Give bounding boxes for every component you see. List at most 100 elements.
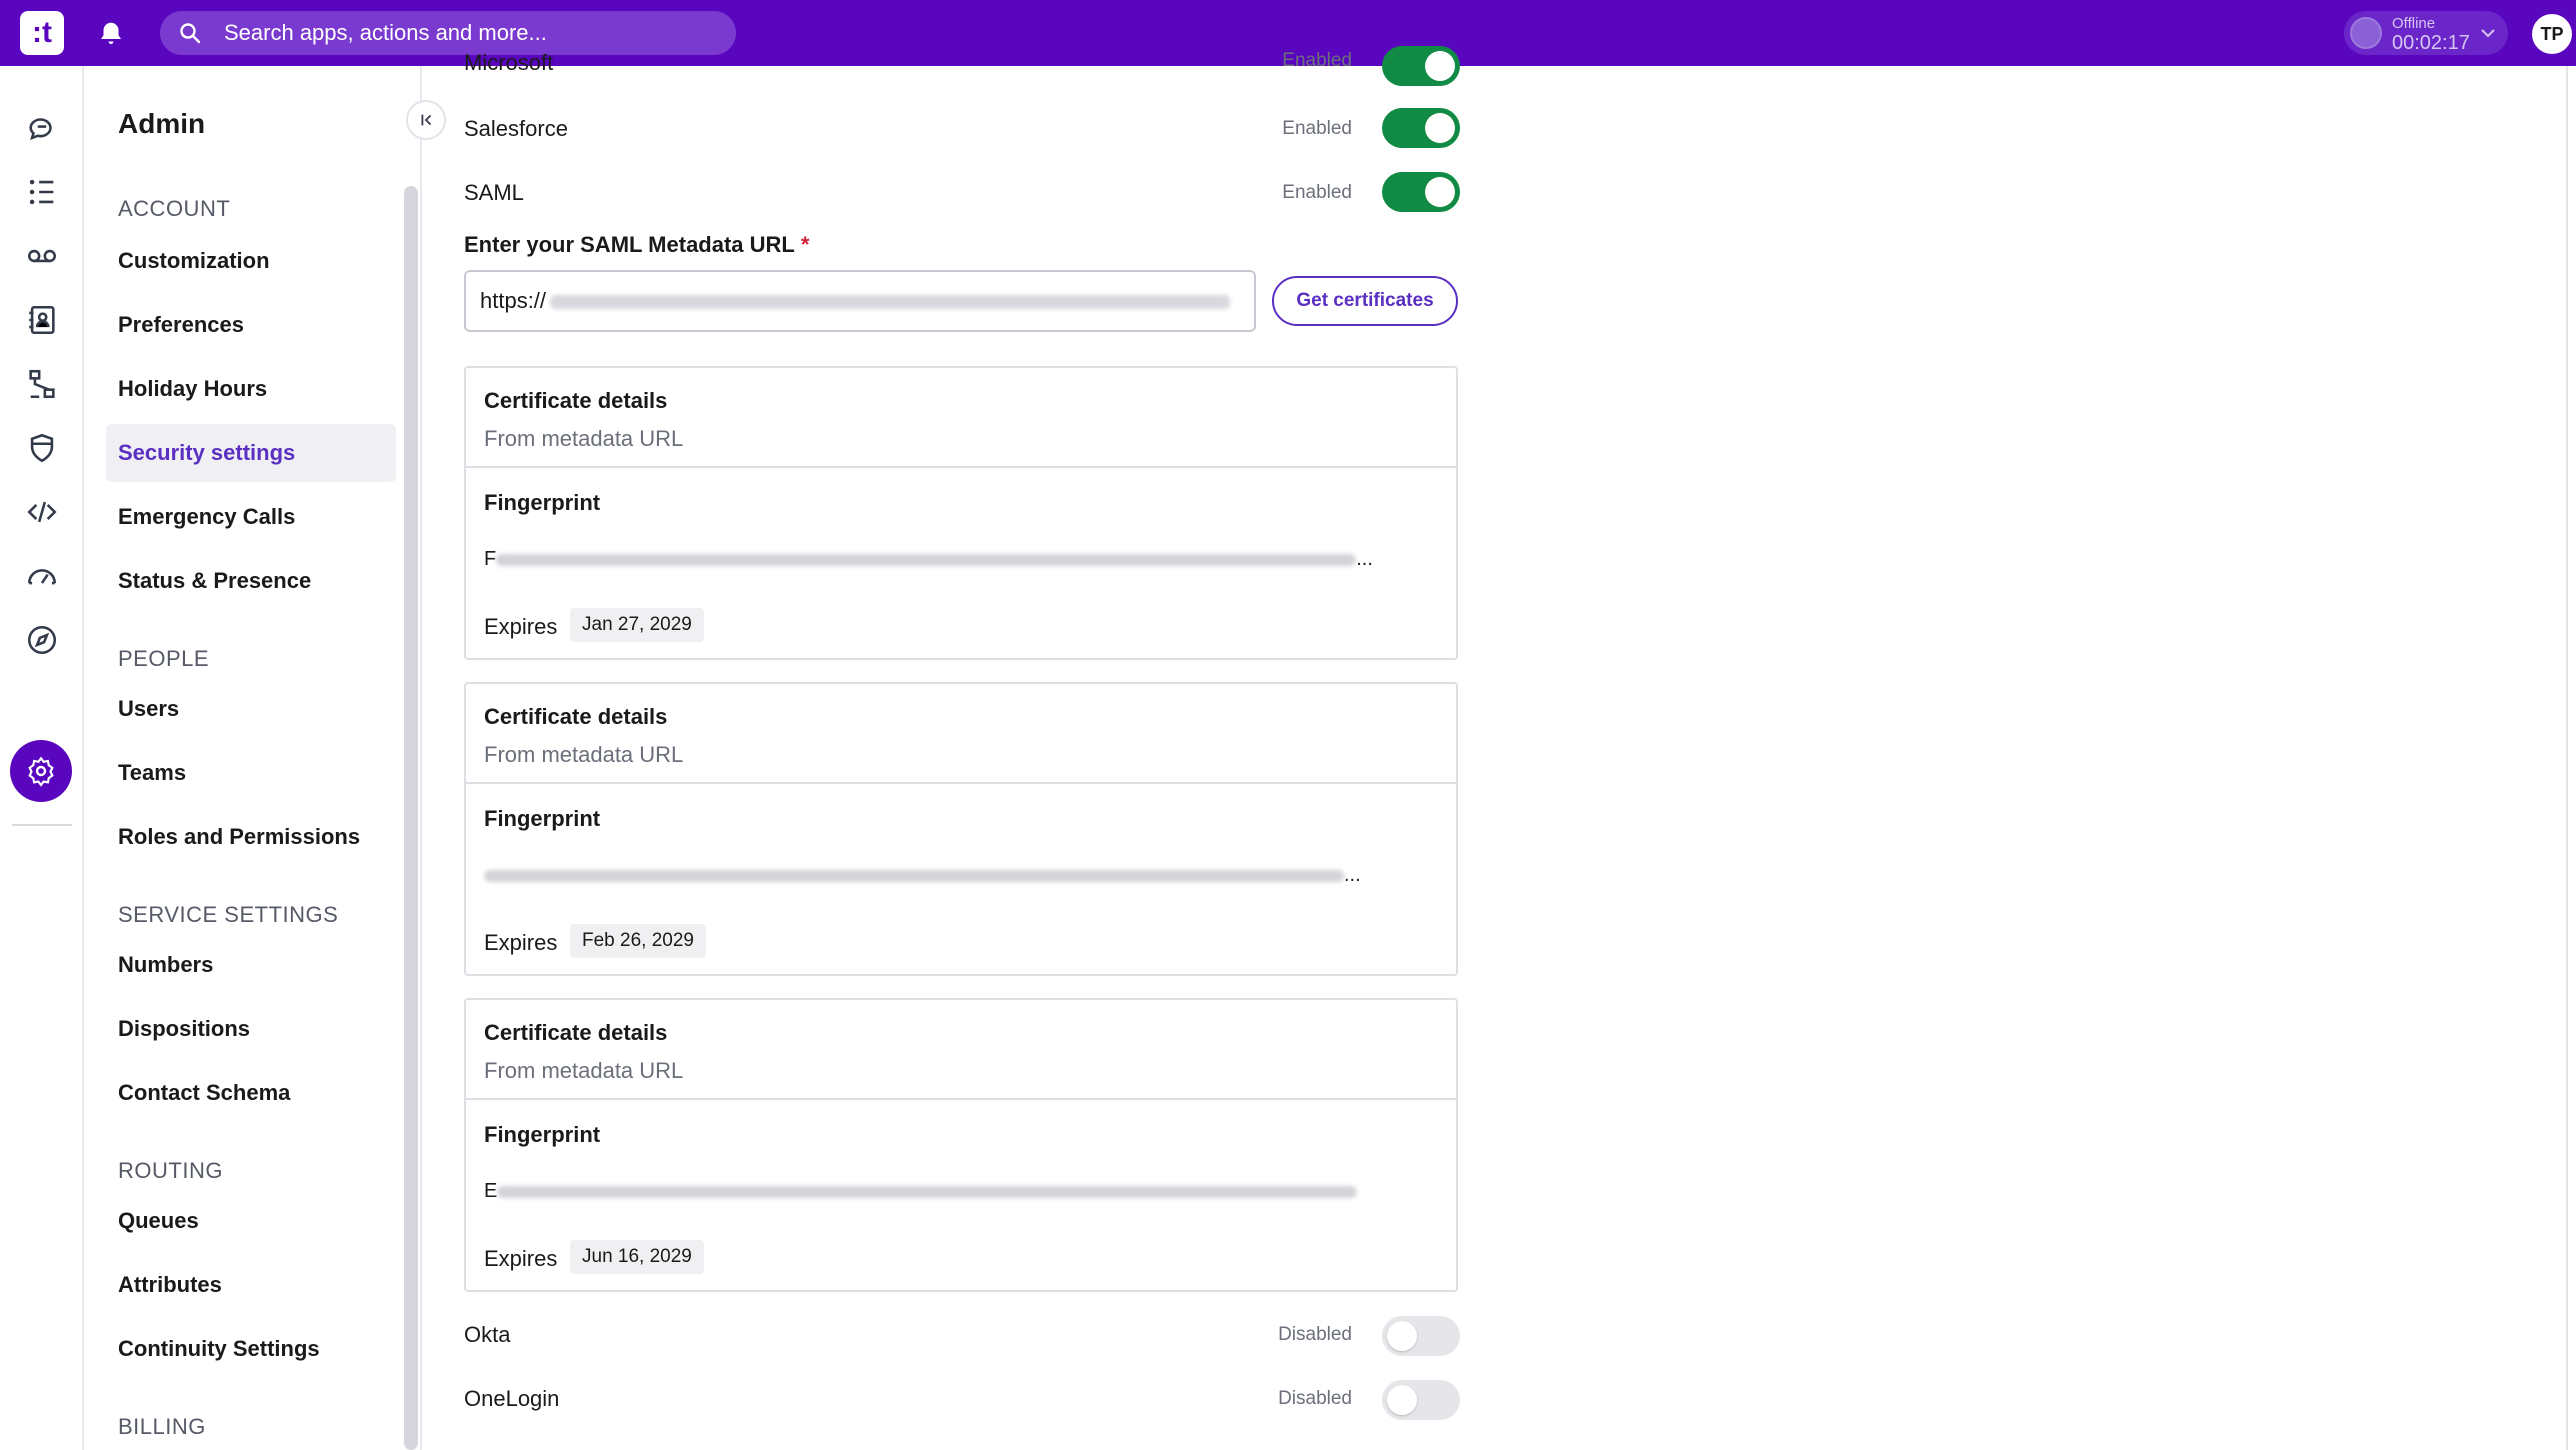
bell-icon[interactable] <box>96 19 126 49</box>
expires-label: Expires <box>484 1246 558 1271</box>
toggle-knob <box>1425 177 1455 207</box>
fingerprint-ellipsis: ... <box>1344 864 1361 886</box>
search-placeholder: Search apps, actions and more... <box>224 20 547 45</box>
provider-label-salesforce: Salesforce <box>464 116 568 141</box>
saml-url-label: Enter your SAML Metadata URL * <box>464 232 809 258</box>
fingerprint-redacted <box>497 1185 1358 1198</box>
expires-date-badge: Jun 16, 2029 <box>570 1240 704 1274</box>
nav-section-people: PEOPLE <box>118 646 210 671</box>
collapse-sidebar-button[interactable] <box>406 100 446 140</box>
saml-url-label-text: Enter your SAML Metadata URL <box>464 232 795 257</box>
toggle-knob <box>1387 1385 1417 1415</box>
url-redacted <box>550 295 1231 310</box>
certificate-header: Certificate details From metadata URL <box>466 1000 1456 1100</box>
get-certificates-button[interactable]: Get certificates <box>1272 276 1458 326</box>
certificate-title: Certificate details <box>484 1020 668 1045</box>
certificate-header: Certificate details From metadata URL <box>466 368 1456 468</box>
dashboard-icon[interactable] <box>22 556 62 596</box>
nav-section-service-settings: SERVICE SETTINGS <box>118 902 339 927</box>
certificate-source: From metadata URL <box>484 426 684 451</box>
certificate-source: From metadata URL <box>484 1058 684 1083</box>
expires-label: Expires <box>484 614 558 639</box>
fingerprint-redacted <box>496 553 1357 566</box>
nav-item-emergency-calls[interactable]: Emergency Calls <box>106 488 396 546</box>
fingerprint-ellipsis: ... <box>1356 548 1373 570</box>
toggle-saml[interactable] <box>1382 172 1460 212</box>
provider-status-onelogin: Disabled <box>1278 1388 1352 1409</box>
nav-item-dispositions[interactable]: Dispositions <box>106 1000 396 1058</box>
chevron-down-icon <box>2478 23 2498 43</box>
provider-status-salesforce: Enabled <box>1282 118 1352 139</box>
nav-item-roles[interactable]: Roles and Permissions <box>106 808 396 866</box>
provider-status-saml: Enabled <box>1282 182 1352 203</box>
fingerprint-value: F... <box>484 548 1373 571</box>
fingerprint-label: Fingerprint <box>484 1122 601 1147</box>
voicemail-icon[interactable] <box>22 236 62 276</box>
fingerprint-label: Fingerprint <box>484 806 601 831</box>
fingerprint-redacted <box>484 869 1344 882</box>
certificate-card: Certificate details From metadata URL Fi… <box>464 998 1458 1292</box>
status-label: Offline <box>2392 15 2436 32</box>
required-mark: * <box>800 232 810 257</box>
nav-item-queues[interactable]: Queues <box>106 1192 396 1250</box>
provider-status-okta: Disabled <box>1278 1324 1352 1345</box>
nav-item-numbers[interactable]: Numbers <box>106 936 396 994</box>
provider-label-onelogin: OneLogin <box>464 1386 560 1411</box>
status-indicator <box>2350 17 2382 49</box>
presence-status-selector[interactable]: Offline 00:02:17 <box>2344 11 2508 55</box>
provider-label-saml: SAML <box>464 180 524 205</box>
nav-title: Admin <box>118 108 206 139</box>
nav-item-security-settings[interactable]: Security settings <box>106 424 396 482</box>
nav-item-preferences[interactable]: Preferences <box>106 296 396 354</box>
nav-item-status-presence[interactable]: Status & Presence <box>106 552 396 610</box>
certificate-title: Certificate details <box>484 704 668 729</box>
toggle-knob <box>1425 113 1455 143</box>
app-rail <box>0 66 84 1450</box>
fingerprint-value: E <box>484 1180 1358 1203</box>
toggle-okta[interactable] <box>1382 1316 1460 1356</box>
admin-nav: Admin ACCOUNT Customization Preferences … <box>86 66 446 1450</box>
expires-date-badge: Jan 27, 2029 <box>570 608 704 642</box>
conversations-icon[interactable] <box>22 108 62 148</box>
list-icon[interactable] <box>22 172 62 212</box>
nav-section-billing: BILLING <box>118 1414 206 1439</box>
provider-label-okta: Okta <box>464 1322 511 1347</box>
certificate-header: Certificate details From metadata URL <box>466 684 1456 784</box>
compass-icon[interactable] <box>22 620 62 660</box>
shield-icon[interactable] <box>22 428 62 468</box>
nav-item-teams[interactable]: Teams <box>106 744 396 802</box>
provider-status-microsoft: Enabled <box>1282 50 1352 71</box>
nav-item-holiday-hours[interactable]: Holiday Hours <box>106 360 396 418</box>
url-value: https:// <box>480 288 547 313</box>
toggle-microsoft[interactable] <box>1382 46 1460 86</box>
nav-item-customization[interactable]: Customization <box>106 232 396 290</box>
nav-item-contact-schema[interactable]: Contact Schema <box>106 1064 396 1122</box>
certificate-source: From metadata URL <box>484 742 684 767</box>
user-avatar[interactable]: TP <box>2532 14 2572 54</box>
toggle-onelogin[interactable] <box>1382 1380 1460 1420</box>
code-icon[interactable] <box>22 492 62 532</box>
saml-metadata-url-input[interactable]: https:// <box>464 270 1256 332</box>
nav-item-continuity-settings[interactable]: Continuity Settings <box>106 1320 396 1378</box>
certificate-card: Certificate details From metadata URL Fi… <box>464 366 1458 660</box>
search-input[interactable]: Search apps, actions and more... <box>160 11 736 55</box>
fingerprint-value: ... <box>484 864 1361 887</box>
settings-icon[interactable] <box>10 740 72 802</box>
status-timer: 00:02:17 <box>2392 32 2470 54</box>
fingerprint-label: Fingerprint <box>484 490 601 515</box>
rail-divider <box>12 824 72 826</box>
nav-scrollbar[interactable] <box>404 186 418 1450</box>
certificate-card: Certificate details From metadata URL Fi… <box>464 682 1458 976</box>
collapse-icon <box>421 114 432 126</box>
fingerprint-start: F <box>484 548 497 570</box>
fingerprint-start: E <box>484 1180 498 1202</box>
contacts-icon[interactable] <box>22 300 62 340</box>
toggle-knob <box>1425 51 1455 81</box>
toggle-salesforce[interactable] <box>1382 108 1460 148</box>
expires-date-badge: Feb 26, 2029 <box>570 924 706 958</box>
flows-icon[interactable] <box>22 364 62 404</box>
nav-item-users[interactable]: Users <box>106 680 396 738</box>
app-logo[interactable]: :t <box>20 11 64 55</box>
nav-item-attributes[interactable]: Attributes <box>106 1256 396 1314</box>
certificate-title: Certificate details <box>484 388 668 413</box>
